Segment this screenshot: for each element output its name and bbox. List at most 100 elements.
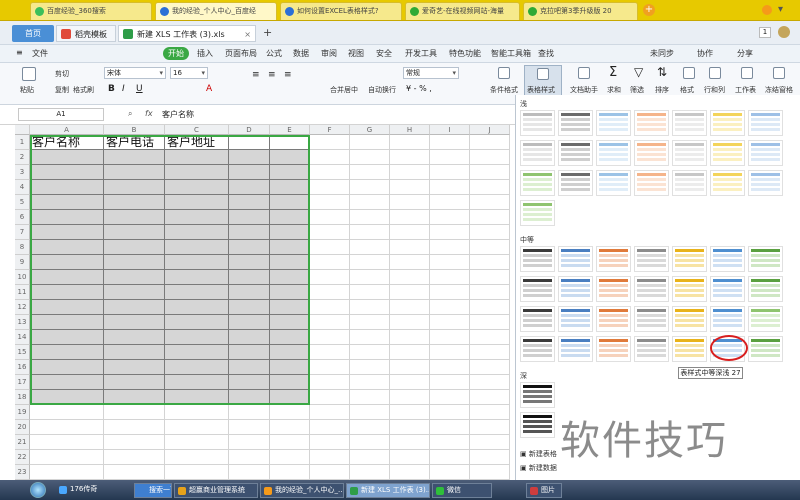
cell[interactable] [229, 225, 270, 240]
task-business-system[interactable]: 超赢商业管理系统 [174, 483, 258, 498]
cell[interactable] [310, 360, 350, 375]
table-style-swatch[interactable] [672, 170, 707, 196]
table-style-swatch[interactable] [634, 336, 669, 362]
table-style-swatch[interactable] [634, 306, 669, 332]
task-pictures[interactable]: 图片 [526, 483, 562, 498]
cell[interactable] [390, 255, 430, 270]
cell[interactable] [270, 405, 310, 420]
italic-icon[interactable]: I [122, 84, 125, 94]
cell[interactable] [165, 375, 229, 390]
cell[interactable] [430, 405, 470, 420]
cell[interactable] [350, 390, 390, 405]
cell[interactable] [350, 135, 390, 150]
cell[interactable] [104, 255, 165, 270]
row-header[interactable]: 2 [15, 150, 30, 165]
cell[interactable] [270, 345, 310, 360]
row-header[interactable]: 16 [15, 360, 30, 375]
share-button[interactable]: 分享 [737, 48, 753, 59]
filter-icon[interactable]: ▽ [634, 65, 643, 79]
cell[interactable] [270, 450, 310, 465]
cell[interactable] [270, 255, 310, 270]
cell[interactable] [350, 255, 390, 270]
cell[interactable] [390, 150, 430, 165]
cell[interactable] [270, 360, 310, 375]
new-table-style-button[interactable]: ▣ 新建表格 [520, 449, 557, 459]
tab-file[interactable]: 文件 [32, 48, 48, 59]
cell[interactable] [104, 150, 165, 165]
cell[interactable] [390, 315, 430, 330]
table-style-swatch[interactable] [634, 276, 669, 302]
cell[interactable] [165, 450, 229, 465]
table-style-swatch[interactable] [672, 306, 707, 332]
cell[interactable] [350, 375, 390, 390]
cell[interactable] [310, 450, 350, 465]
cell[interactable] [470, 390, 510, 405]
name-box[interactable]: A1 [18, 108, 104, 121]
cut-button[interactable]: 剪切 [55, 69, 69, 79]
cell[interactable] [430, 300, 470, 315]
format-icon[interactable] [683, 67, 695, 79]
cell[interactable] [390, 330, 430, 345]
start-button-icon[interactable] [30, 482, 46, 498]
cell[interactable] [165, 195, 229, 210]
cell[interactable] [430, 240, 470, 255]
table-style-swatch[interactable] [748, 246, 783, 272]
cell[interactable] [430, 270, 470, 285]
cell[interactable] [165, 330, 229, 345]
cell[interactable] [310, 390, 350, 405]
cell[interactable] [390, 390, 430, 405]
cell[interactable] [104, 330, 165, 345]
cell[interactable] [229, 465, 270, 480]
table-style-swatch[interactable] [748, 276, 783, 302]
cell[interactable] [470, 405, 510, 420]
wrap-text-button[interactable]: 自动换行 [368, 85, 396, 95]
conditional-format-icon[interactable] [498, 67, 510, 79]
cell[interactable] [270, 270, 310, 285]
cell[interactable] [104, 225, 165, 240]
tab-formulas[interactable]: 公式 [266, 48, 282, 59]
table-style-swatch[interactable] [596, 246, 631, 272]
cell[interactable] [470, 225, 510, 240]
cell[interactable] [430, 225, 470, 240]
add-tab-button[interactable]: + [263, 26, 272, 39]
cell[interactable] [229, 240, 270, 255]
browser-tab-1[interactable]: 百度经验_360搜索 [30, 2, 152, 20]
cell[interactable] [390, 285, 430, 300]
cell[interactable] [390, 345, 430, 360]
bold-icon[interactable]: B [108, 84, 115, 94]
table-style-swatch[interactable] [710, 276, 745, 302]
table-style-swatch[interactable] [558, 336, 593, 362]
cell[interactable] [165, 420, 229, 435]
cell[interactable] [270, 240, 310, 255]
zoom-search-icon[interactable]: ⌕ [128, 109, 132, 119]
cell[interactable] [430, 450, 470, 465]
cell[interactable] [104, 465, 165, 480]
cell[interactable] [310, 180, 350, 195]
currency-icon[interactable]: ¥ - % , [406, 84, 432, 93]
cell[interactable] [390, 435, 430, 450]
document-tab[interactable]: 新建 XLS 工作表 (3).xls × [118, 25, 256, 42]
cell[interactable] [30, 150, 104, 165]
table-style-swatch[interactable] [520, 246, 555, 272]
cell[interactable] [229, 165, 270, 180]
row-header[interactable]: 18 [15, 390, 30, 405]
cell[interactable] [390, 360, 430, 375]
tab-insert[interactable]: 插入 [197, 48, 213, 59]
cell[interactable] [104, 180, 165, 195]
cell[interactable] [390, 210, 430, 225]
cell[interactable] [229, 330, 270, 345]
cell[interactable] [104, 285, 165, 300]
table-style-swatch[interactable] [520, 140, 555, 166]
cell[interactable] [104, 165, 165, 180]
cell[interactable] [350, 165, 390, 180]
cell[interactable] [310, 225, 350, 240]
cell[interactable] [350, 195, 390, 210]
cell[interactable] [310, 285, 350, 300]
cell[interactable] [270, 435, 310, 450]
table-style-swatch[interactable] [710, 110, 745, 136]
cell[interactable] [30, 420, 104, 435]
cell[interactable] [430, 255, 470, 270]
cell[interactable] [350, 300, 390, 315]
row-header[interactable]: 1 [15, 135, 30, 150]
cell[interactable] [270, 300, 310, 315]
